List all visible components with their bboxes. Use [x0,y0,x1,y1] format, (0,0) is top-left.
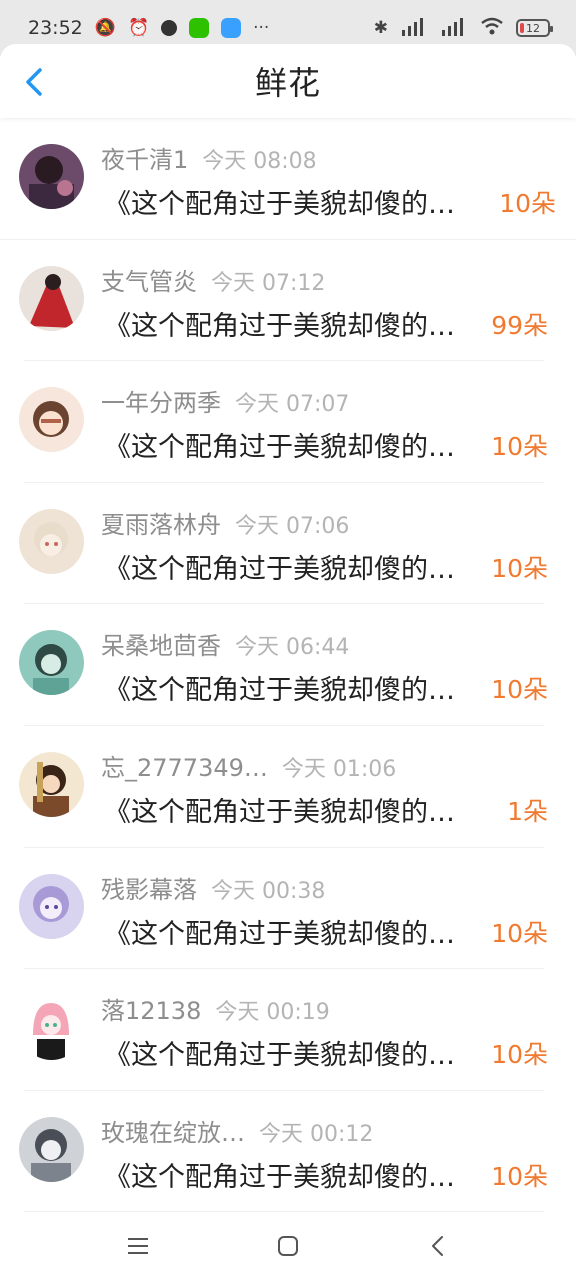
list-item[interactable]: 支气管炎 今天 07:12 《这个配角过于美貌却傻的… 99朵 [19,240,548,362]
menu-button[interactable] [118,1226,158,1266]
user-name[interactable]: 夜千清1 [101,140,188,175]
user-name[interactable]: 夏雨落林舟 [101,505,221,540]
flower-count: 10朵 [491,918,548,948]
flower-count: 10朵 [491,1161,548,1191]
timestamp: 今天 00:19 [215,1000,330,1026]
name-line: 夜千清1 今天 08:08 [101,140,317,175]
name-line: 忘_2777349… 今天 01:06 [101,748,396,783]
more-dots-icon: ··· [253,17,270,38]
message-text: 《这个配角过于美貌却傻的… [104,189,455,220]
avatar[interactable] [19,265,84,331]
message-text: 《这个配角过于美貌却傻的… [104,675,455,707]
avatar[interactable] [19,995,84,1061]
battery-fill [520,23,524,33]
signal-hd-icon [400,16,428,40]
avatar[interactable] [19,387,84,453]
user-name[interactable]: 忘_2777349… [101,748,268,783]
list-item[interactable]: 残影幕落 今天 00:38 《这个配角过于美貌却傻的… 10朵 [19,848,548,970]
message-text: 《这个配角过于美貌却傻的… [104,796,455,828]
timestamp: 今天 07:12 [211,270,326,296]
flower-list: 夜千清1 今天 08:08 《这个配角过于美貌却傻的… 10朵 支气管炎 今天 … [0,118,576,1213]
wifi-icon [480,16,504,40]
status-time: 23:52 [28,17,83,39]
user-name[interactable]: 呆桑地茴香 [101,626,221,661]
list-item[interactable]: 夜千清1 今天 08:08 《这个配角过于美貌却傻的… 10朵 [0,118,576,240]
back-button[interactable] [14,62,54,102]
name-line: 呆桑地茴香 今天 06:44 [101,626,349,661]
list-item[interactable]: 落12138 今天 00:19 《这个配角过于美貌却傻的… 10朵 [19,969,548,1091]
list-item[interactable]: 呆桑地茴香 今天 06:44 《这个配角过于美貌却傻的… 10朵 [19,604,548,726]
flower-count: 1朵 [507,796,548,826]
avatar[interactable] [19,508,84,574]
timestamp: 今天 00:12 [259,1121,374,1147]
timestamp: 今天 07:07 [235,392,350,418]
timestamp: 今天 07:06 [235,513,350,539]
status-right: ✱ 12 [373,16,553,40]
list-item[interactable]: 一年分两季 今天 07:07 《这个配角过于美貌却傻的… 10朵 [19,361,548,483]
flower-count: 10朵 [499,189,556,218]
user-name[interactable]: 支气管炎 [101,262,197,297]
user-name[interactable]: 一年分两季 [101,383,221,418]
name-line: 一年分两季 今天 07:07 [101,383,349,418]
signal-hd-icon [440,16,468,40]
mute-icon: 🔕 [94,17,116,38]
status-left: 23:52 🔕 ⏰ ··· [28,17,269,39]
flower-count: 10朵 [491,675,548,705]
header: 鲜花 [0,44,576,118]
flower-count: 99朵 [491,310,548,340]
avatar[interactable] [19,1116,84,1182]
battery-icon: 12 [516,19,553,37]
name-line: 残影幕落 今天 00:38 [101,870,325,905]
message-text: 《这个配角过于美貌却傻的… [104,432,455,464]
timestamp: 今天 08:08 [202,149,317,174]
menu-icon [128,1238,148,1254]
timestamp: 今天 00:38 [211,878,326,904]
message-text: 《这个配角过于美貌却傻的… [104,310,455,342]
page-title: 鲜花 [254,64,321,102]
flower-count: 10朵 [491,432,548,462]
message-text: 《这个配角过于美貌却傻的… [104,1161,455,1193]
flower-count: 10朵 [491,1040,548,1070]
message-icon [221,18,242,38]
name-line: 落12138 今天 00:19 [101,991,330,1026]
user-name[interactable]: 玫瑰在绽放… [101,1113,245,1148]
avatar[interactable] [19,144,84,209]
flower-count: 10朵 [491,553,548,583]
avatar[interactable] [19,751,84,817]
message-text: 《这个配角过于美貌却傻的… [104,553,455,585]
chevron-left-icon [26,68,42,96]
user-name[interactable]: 落12138 [101,991,201,1026]
alarm-icon: ⏰ [127,17,150,38]
back-icon [432,1236,443,1256]
list-item[interactable]: 玫瑰在绽放… 今天 00:12 《这个配角过于美貌却傻的… 10朵 [19,1091,548,1213]
home-button[interactable] [268,1226,308,1266]
avatar[interactable] [19,873,84,939]
name-line: 支气管炎 今天 07:12 [101,262,325,297]
list-item[interactable]: 夏雨落林舟 今天 07:06 《这个配角过于美貌却傻的… 10朵 [19,483,548,605]
message-text: 《这个配角过于美貌却傻的… [104,1040,455,1072]
avatar[interactable] [19,630,84,696]
name-line: 夏雨落林舟 今天 07:06 [101,505,349,540]
app-icon [161,20,178,36]
battery-level: 12 [526,21,540,35]
user-name[interactable]: 残影幕落 [101,870,197,905]
home-icon [278,1236,298,1256]
timestamp: 今天 01:06 [281,756,397,782]
wechat-icon [189,18,210,38]
bluetooth-icon: ✱ [373,17,388,38]
system-nav-bar [0,1212,576,1280]
name-line: 玫瑰在绽放… 今天 00:12 [101,1113,373,1148]
back-nav-button[interactable] [418,1226,458,1266]
timestamp: 今天 06:44 [235,635,350,661]
list-item[interactable]: 忘_2777349… 今天 01:06 《这个配角过于美貌却傻的… 1朵 [19,726,548,848]
message-text: 《这个配角过于美貌却傻的… [104,918,455,950]
